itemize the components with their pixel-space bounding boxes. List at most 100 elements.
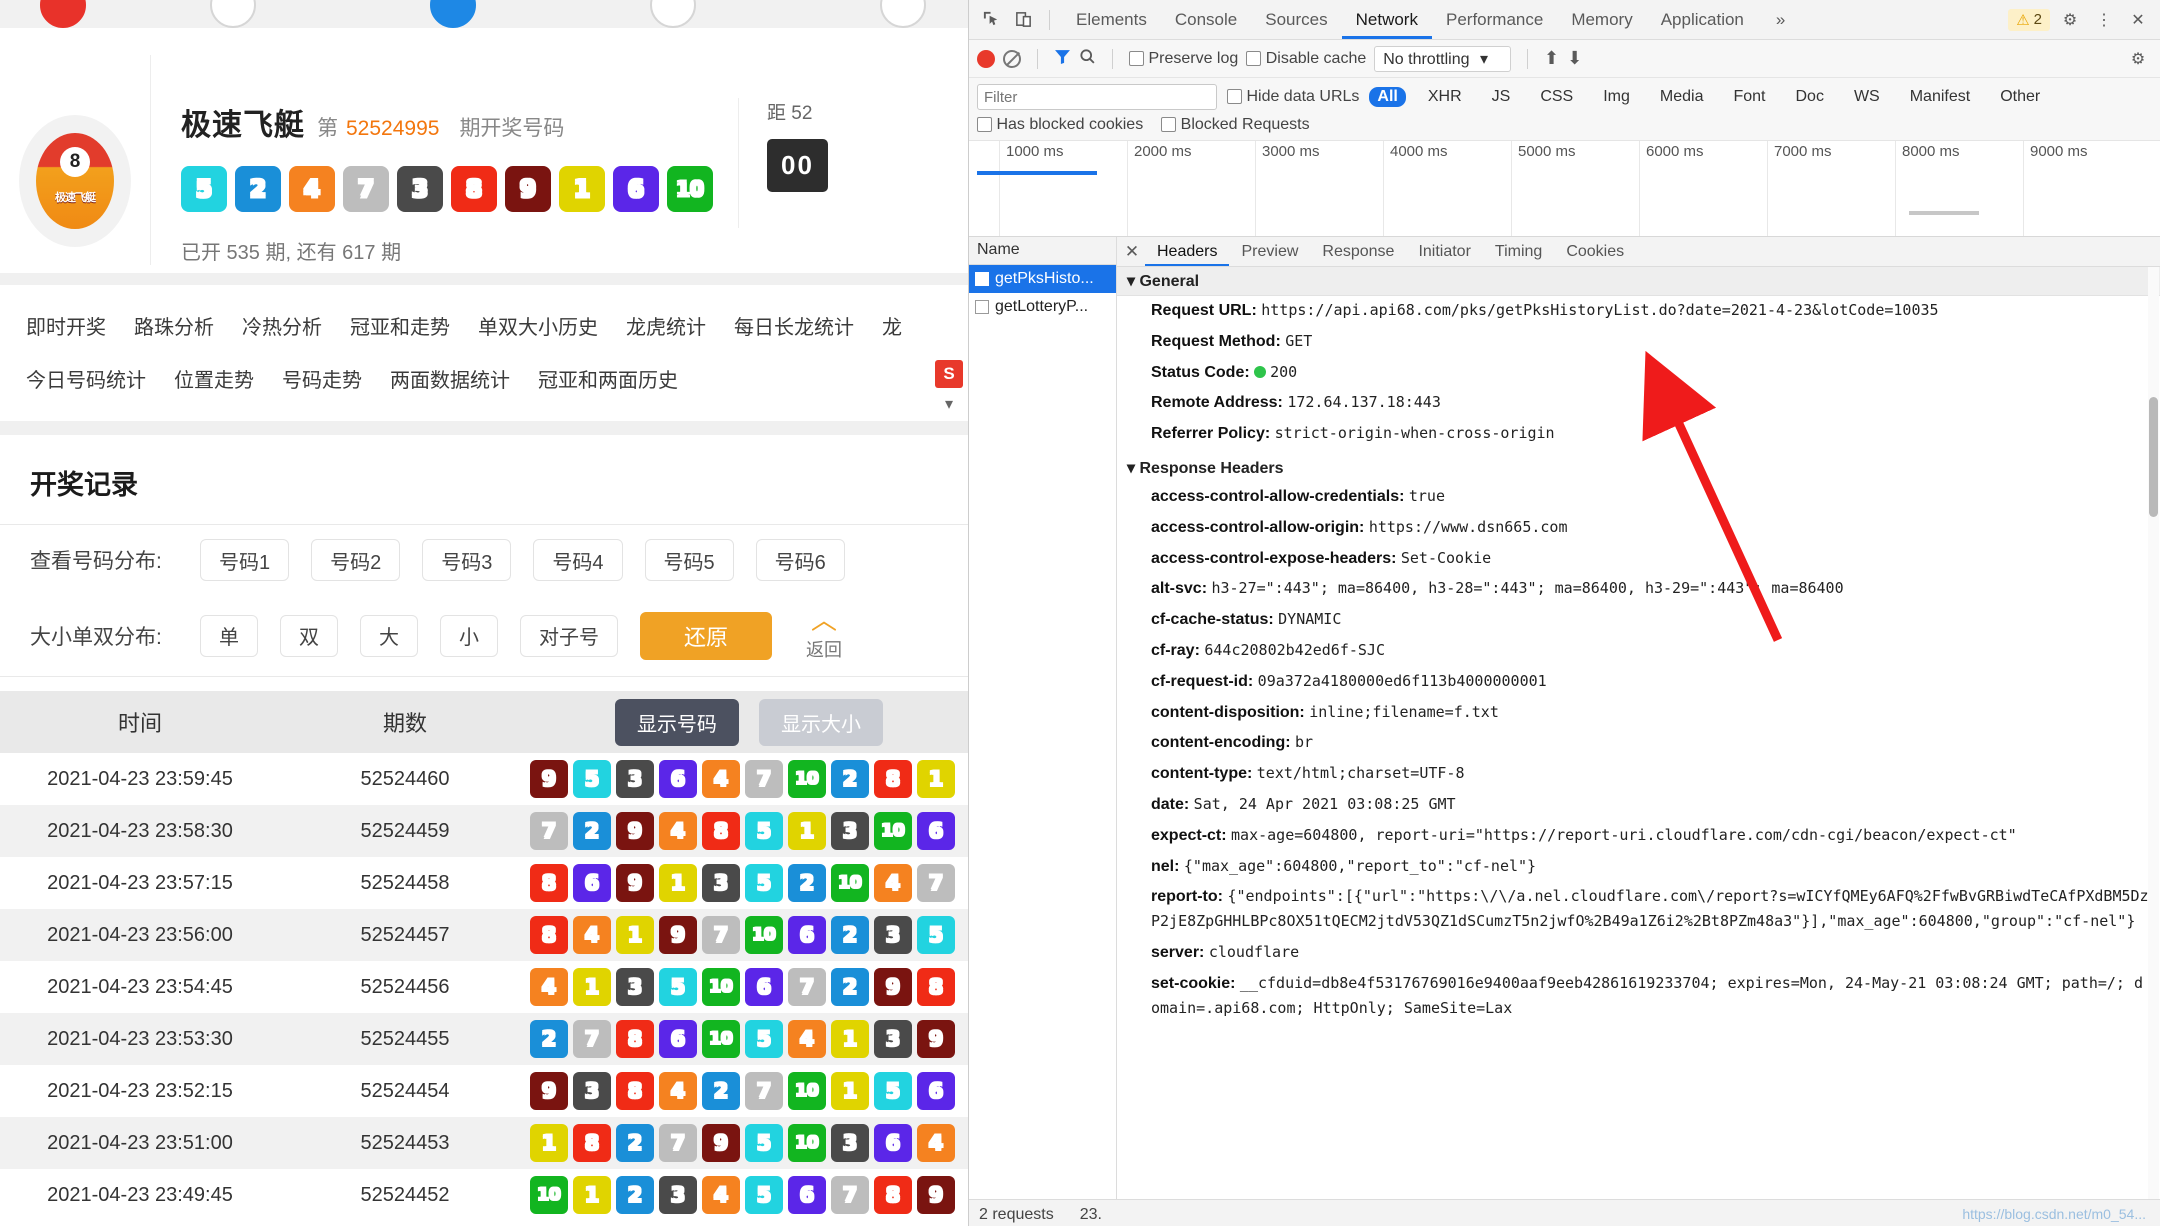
chevron-down-icon[interactable]: ▾ <box>945 394 953 414</box>
csdn-logo-icon[interactable]: S <box>935 360 963 388</box>
type-chip-xhr[interactable]: XHR <box>1420 87 1470 107</box>
restore-button[interactable]: 还原 <box>640 611 772 660</box>
header-key: nel: <box>1151 857 1184 875</box>
nav-item-6[interactable]: 每日长龙统计 <box>734 311 854 340</box>
type-chip-other[interactable]: Other <box>1992 87 2048 107</box>
nav-item-1[interactable]: 路珠分析 <box>134 311 214 340</box>
col-header-time[interactable]: 时间 <box>0 691 280 754</box>
size-parity-filter-3[interactable]: 小 <box>440 614 498 657</box>
hide-data-urls-checkbox[interactable]: Hide data URLs <box>1227 88 1359 106</box>
hide-data-urls-box[interactable] <box>1227 89 1242 105</box>
close-devtools-icon[interactable]: ✕ <box>2124 6 2152 34</box>
filter-input[interactable] <box>977 84 1217 110</box>
disable-cache-box[interactable] <box>1246 50 1262 66</box>
size-parity-filter-2[interactable]: 大 <box>360 614 418 657</box>
type-chip-js[interactable]: JS <box>1484 87 1519 107</box>
detail-tab-initiator[interactable]: Initiator <box>1406 238 1482 266</box>
preserve-log-checkbox[interactable]: Preserve log <box>1129 50 1238 68</box>
number-filter-4[interactable]: 号码5 <box>644 539 734 581</box>
devtools-tab-elements[interactable]: Elements <box>1062 1 1161 39</box>
search-icon[interactable] <box>1079 48 1096 70</box>
import-har-icon[interactable]: ⬆ <box>1544 48 1559 69</box>
warning-badge[interactable]: ⚠ 2 <box>2008 8 2050 31</box>
nav-item-4[interactable]: 单双大小历史 <box>478 311 598 340</box>
nav-item-5[interactable]: 龙虎统计 <box>626 311 706 340</box>
detail-tab-preview[interactable]: Preview <box>1229 238 1310 266</box>
type-chip-ws[interactable]: WS <box>1846 87 1888 107</box>
type-chip-doc[interactable]: Doc <box>1787 87 1831 107</box>
size-parity-filter-4[interactable]: 对子号 <box>520 614 618 657</box>
nav-item-2[interactable]: 冷热分析 <box>242 311 322 340</box>
size-parity-filter-0[interactable]: 单 <box>200 614 258 657</box>
response-section-header[interactable]: ▾ Response Headers <box>1117 449 2160 482</box>
nav-item2-4[interactable]: 冠亚和两面历史 <box>538 364 678 393</box>
devtools-tab-application[interactable]: Application <box>1647 1 1758 39</box>
size-parity-filter-1[interactable]: 双 <box>280 614 338 657</box>
tab-favicon-3[interactable] <box>430 0 476 28</box>
number-filter-5[interactable]: 号码6 <box>755 539 845 581</box>
nav-item-7[interactable]: 龙 <box>882 311 902 340</box>
back-to-top-button[interactable]: ︿ 返回 <box>806 607 842 662</box>
show-size-toggle[interactable]: 显示大小 <box>759 698 884 746</box>
number-filter-1[interactable]: 号码2 <box>311 539 401 581</box>
number-filter-2[interactable]: 号码3 <box>422 539 512 581</box>
blocked-requests-box[interactable] <box>1161 117 1177 133</box>
record-network-log-icon[interactable] <box>977 49 995 68</box>
toggle-device-toolbar-icon[interactable] <box>1009 6 1037 34</box>
devtools-tab-memory[interactable]: Memory <box>1557 1 1646 39</box>
more-tabs-button[interactable]: » <box>1762 1 1799 39</box>
type-chip-font[interactable]: Font <box>1725 87 1773 107</box>
floating-side-widget[interactable]: S ▾ <box>934 360 964 414</box>
type-chip-all[interactable]: All <box>1369 87 1406 107</box>
request-list-header[interactable]: Name <box>969 237 1116 265</box>
number-filter-0[interactable]: 号码1 <box>200 539 290 581</box>
nav-item2-1[interactable]: 位置走势 <box>174 364 254 393</box>
detail-tab-headers[interactable]: Headers <box>1145 238 1229 266</box>
detail-tab-cookies[interactable]: Cookies <box>1554 238 1636 266</box>
tab-favicon-2[interactable] <box>210 0 256 28</box>
tab-favicon-5[interactable] <box>880 0 926 28</box>
show-numbers-toggle[interactable]: 显示号码 <box>614 698 739 746</box>
request-row[interactable]: getLotteryP... <box>969 293 1116 321</box>
request-row[interactable]: getPksHisto... <box>969 265 1116 293</box>
preserve-log-box[interactable] <box>1129 50 1144 66</box>
devtools-tab-performance[interactable]: Performance <box>1432 1 1557 39</box>
type-chip-img[interactable]: Img <box>1595 87 1638 107</box>
network-timeline-overview[interactable]: 1000 ms 2000 ms 3000 ms 4000 ms 5000 ms 6000 … <box>969 141 2160 237</box>
devtools-tab-sources[interactable]: Sources <box>1251 1 1341 39</box>
nav-item-0[interactable]: 即时开奖 <box>26 311 106 340</box>
export-har-icon[interactable]: ⬇ <box>1567 48 1582 69</box>
detail-tab-response[interactable]: Response <box>1310 238 1406 266</box>
headers-scroll-thumb[interactable] <box>2149 397 2158 517</box>
general-section-header[interactable]: ▾ General <box>1117 267 2160 296</box>
headers-scrollbar[interactable] <box>2148 267 2159 1199</box>
network-settings-gear-icon[interactable]: ⚙ <box>2124 45 2152 73</box>
devtools-tab-network[interactable]: Network <box>1342 1 1432 39</box>
cell-balls: 9 3 8 4 2 7 10 1 5 6 <box>530 1065 968 1117</box>
tab-favicon-1[interactable] <box>40 0 86 28</box>
tab-favicon-4[interactable] <box>650 0 696 28</box>
settings-gear-icon[interactable]: ⚙ <box>2056 6 2084 34</box>
nav-item2-3[interactable]: 两面数据统计 <box>390 364 510 393</box>
has-blocked-cookies-checkbox[interactable]: Has blocked cookies <box>977 116 1143 134</box>
type-chip-media[interactable]: Media <box>1652 87 1712 107</box>
blocked-requests-checkbox[interactable]: Blocked Requests <box>1161 116 1310 134</box>
more-options-icon[interactable]: ⋮ <box>2090 6 2118 34</box>
nav-item2-2[interactable]: 号码走势 <box>282 364 362 393</box>
number-filter-3[interactable]: 号码4 <box>533 539 623 581</box>
throttling-select[interactable]: No throttling ▾ <box>1374 45 1511 72</box>
type-chip-manifest[interactable]: Manifest <box>1902 87 1978 107</box>
filter-funnel-icon[interactable] <box>1054 48 1071 70</box>
col-header-issue[interactable]: 期数 <box>280 691 530 754</box>
nav-item-3[interactable]: 冠亚和走势 <box>350 311 450 340</box>
disable-cache-checkbox[interactable]: Disable cache <box>1246 50 1366 68</box>
nav-item2-0[interactable]: 今日号码统计 <box>26 364 146 393</box>
clear-network-log-icon[interactable] <box>1003 49 1021 68</box>
close-detail-icon[interactable]: ✕ <box>1121 242 1143 262</box>
devtools-tab-console[interactable]: Console <box>1161 1 1251 39</box>
inspect-element-icon[interactable] <box>977 6 1005 34</box>
general-header-row: Request Method: GET <box>1117 327 2160 358</box>
detail-tab-timing[interactable]: Timing <box>1483 238 1554 266</box>
type-chip-css[interactable]: CSS <box>1532 87 1581 107</box>
has-blocked-cookies-box[interactable] <box>977 117 992 133</box>
